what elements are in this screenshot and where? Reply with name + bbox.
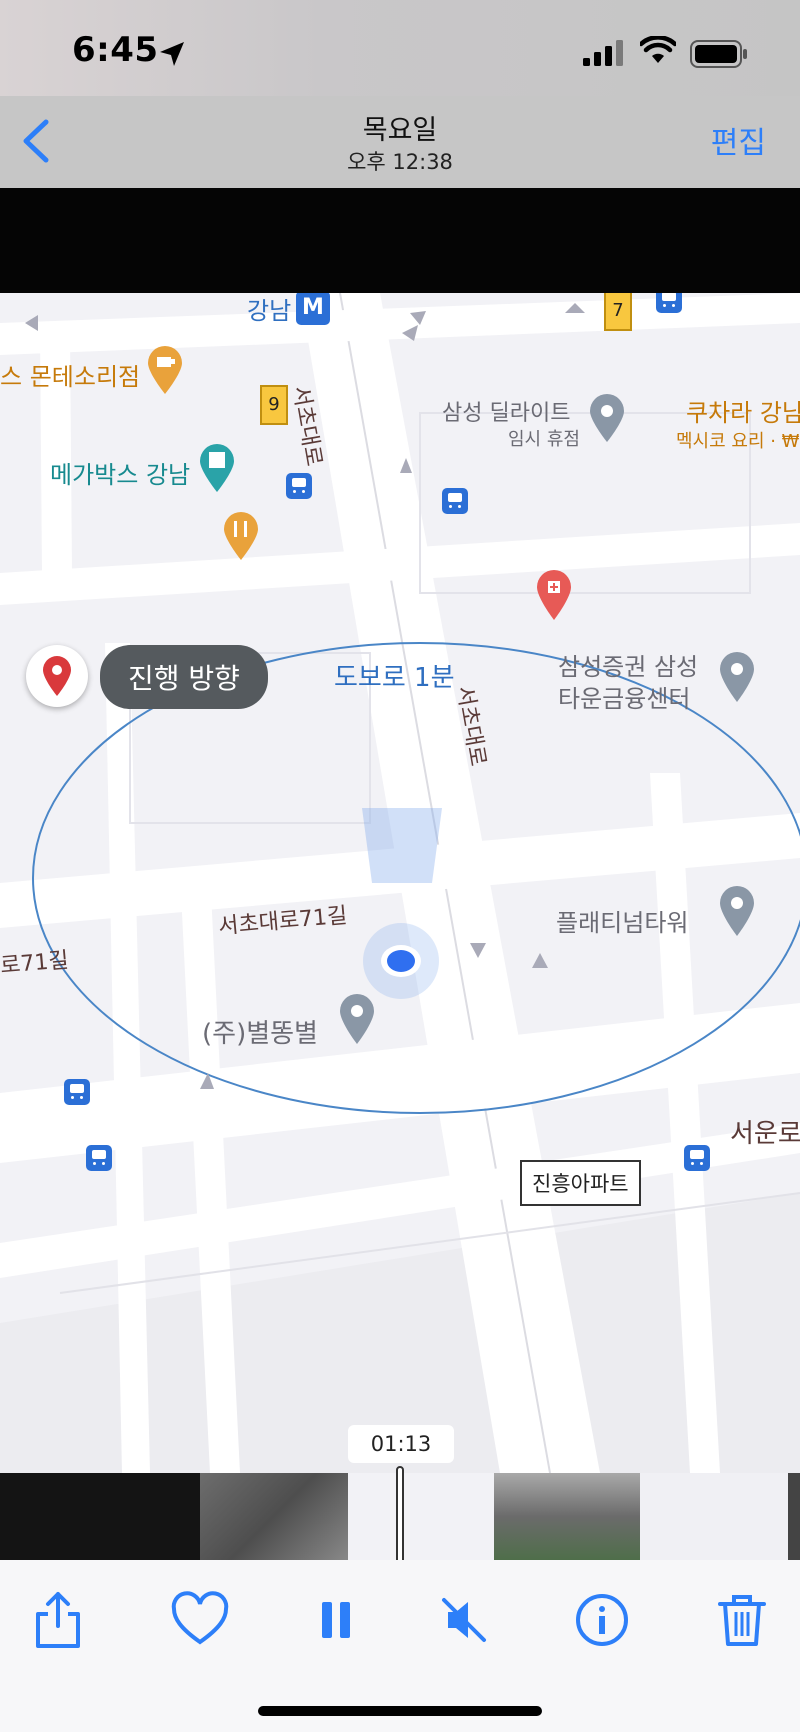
heart-icon[interactable] — [170, 1590, 230, 1650]
bus-stop-icon — [286, 473, 312, 499]
place-pin-icon — [720, 886, 754, 936]
cinema-pin-icon — [200, 444, 234, 492]
edit-button[interactable]: 편집 — [711, 118, 766, 162]
red-pin-icon — [43, 656, 71, 696]
filmstrip-frame — [0, 1473, 200, 1560]
map-label-seoun-ro: 서운로 — [730, 1119, 800, 1149]
camera-pin-icon — [590, 394, 624, 442]
cafe-pin-icon — [148, 346, 182, 394]
bus-stop-icon — [684, 1145, 710, 1171]
battery-icon — [690, 40, 747, 68]
map-label-seocho-71gil-left: 로71길 — [0, 948, 70, 979]
playhead-handle[interactable] — [396, 1466, 404, 1566]
filmstrip-frame — [640, 1473, 788, 1560]
hospital-pin-icon — [537, 570, 571, 620]
map-label-samsung-securities-1: 삼성증권 삼성 — [558, 653, 699, 681]
restaurant-pin-icon — [224, 512, 258, 560]
map-label-gangnam: 강남 — [247, 297, 292, 325]
info-icon[interactable] — [572, 1590, 632, 1650]
video-letterbox — [0, 188, 800, 293]
map-label-jinheung-apt: 진흥아파트 — [520, 1160, 641, 1206]
bus-stop-icon — [86, 1145, 112, 1171]
mute-icon[interactable] — [434, 1590, 494, 1650]
bus-stop-icon — [656, 293, 682, 313]
location-arrow-icon — [160, 42, 184, 66]
playback-timecode: 01:13 — [348, 1425, 454, 1463]
heading-bubble: 진행 방향 — [100, 645, 268, 709]
bus-stop-icon — [64, 1079, 90, 1105]
map-label-platinum-tower: 플래티넘타워 — [556, 909, 689, 937]
map-label-byeoldong: (주)별똥별 — [202, 1019, 318, 1049]
current-location-dot — [363, 923, 439, 999]
place-pin-icon — [720, 652, 754, 702]
filmstrip-frame — [494, 1473, 640, 1560]
red-location-pin[interactable] — [26, 645, 88, 707]
filmstrip-frame — [788, 1473, 800, 1560]
page-subtitle: 오후 12:38 — [347, 150, 453, 174]
route-badge-9: 9 — [260, 385, 288, 425]
map-label-samsung-securities-2: 타운금융센터 — [558, 685, 691, 713]
cellular-signal-icon — [583, 40, 623, 66]
map-label-megabox: 메가박스 강남 — [50, 461, 191, 489]
filmstrip-frame — [200, 1473, 348, 1560]
place-pin-icon — [340, 994, 374, 1044]
map-label-walk-time: 도보로 1분 — [334, 663, 455, 693]
trash-icon[interactable] — [712, 1590, 772, 1650]
pause-icon[interactable] — [306, 1590, 366, 1650]
status-bar: 6:45 — [0, 0, 800, 96]
map-label-mexican: 멕시코 요리 · ₩ — [676, 431, 800, 452]
share-icon[interactable] — [28, 1590, 88, 1650]
wifi-icon — [640, 36, 676, 63]
map-label-samsung-delight: 삼성 딜라이트 — [442, 401, 571, 426]
map-label-kuchara: 쿠차라 강남 — [686, 399, 800, 427]
filmstrip-frame — [348, 1473, 494, 1560]
map-label-temp-closed: 임시 휴점 — [508, 429, 580, 450]
nav-bar: 목요일 오후 12:38 편집 — [0, 96, 800, 188]
page-title: 목요일 — [362, 115, 438, 146]
home-indicator[interactable] — [258, 1706, 542, 1716]
status-time: 6:45 — [72, 30, 159, 70]
route-badge-7: 7 — [604, 293, 632, 331]
metro-icon: M — [296, 293, 330, 325]
map-label-montessori: 스 몬테소리점 — [0, 363, 141, 391]
map-video-frame: 강남 M 7 9 스 몬테소리점 메가박스 강남 서초대로 삼성 딜라이트 임시… — [0, 293, 800, 1473]
bus-stop-icon — [442, 488, 468, 514]
